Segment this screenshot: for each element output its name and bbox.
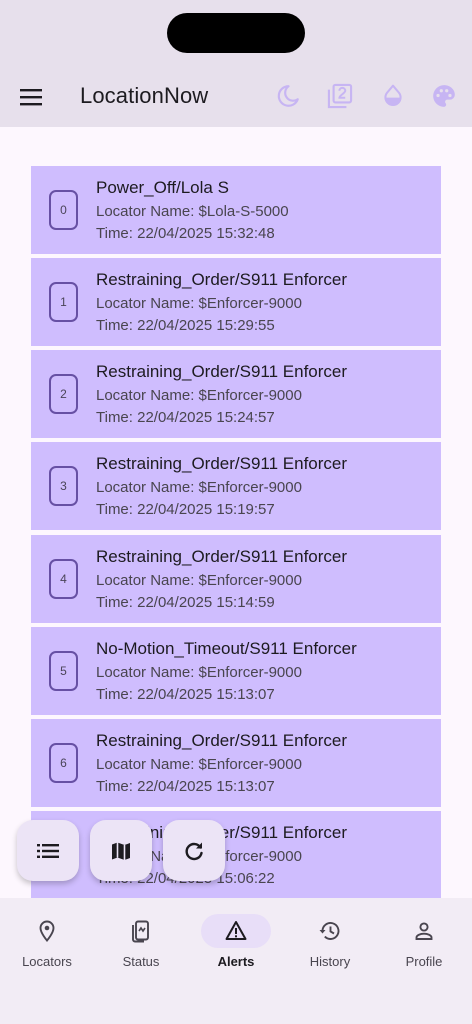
alert-title: No-Motion_Timeout/S911 Enforcer [96, 639, 357, 658]
alert-locator-name: Locator Name: $Enforcer-9000 [96, 664, 302, 681]
nav-item-status[interactable]: Status [94, 898, 188, 988]
refresh-icon [185, 842, 203, 860]
alert-time: Time: 22/04/2025 15:29:55 [96, 317, 275, 334]
theme-button[interactable] [430, 82, 458, 110]
water-drop-icon [384, 84, 402, 106]
alert-title: Restraining_Order/S911 Enforcer [96, 731, 348, 750]
alert-card[interactable]: 4 Restraining_Order/S911 Enforcer Locato… [31, 535, 441, 623]
app-bar: LocationNow [0, 64, 472, 127]
list-view-button[interactable] [17, 820, 79, 881]
nav-icon-container [389, 914, 459, 948]
list-icon [37, 843, 59, 858]
location-pin-icon [39, 920, 55, 942]
nav-item-locators[interactable]: Locators [0, 898, 94, 988]
alert-title: Power_Off/Lola S [96, 178, 229, 197]
alert-card[interactable]: 3 Restraining_Order/S911 Enforcer Locato… [31, 442, 441, 530]
alert-time: Time: 22/04/2025 15:19:57 [96, 501, 275, 518]
map-icon [112, 842, 130, 860]
person-icon [415, 922, 433, 940]
alert-time: Time: 22/04/2025 15:13:07 [96, 686, 275, 703]
alert-card[interactable]: 6 Restraining_Order/S911 Enforcer Locato… [31, 719, 441, 807]
alert-title: Restraining_Order/S911 Enforcer [96, 454, 348, 473]
alert-locator-name: Locator Name: $Lola-S-5000 [96, 203, 289, 220]
alert-card[interactable]: 1 Restraining_Order/S911 Enforcer Locato… [31, 258, 441, 346]
alert-index-badge: 1 [49, 282, 78, 322]
alert-time: Time: 22/04/2025 15:14:59 [96, 594, 275, 611]
alert-card[interactable]: 5 No-Motion_Timeout/S911 Enforcer Locato… [31, 627, 441, 715]
alert-time: Time: 22/04/2025 15:24:57 [96, 409, 275, 426]
menu-button[interactable] [14, 80, 48, 114]
alert-locator-name: Locator Name: $Enforcer-9000 [96, 479, 302, 496]
alert-locator-name: Locator Name: $Enforcer-9000 [96, 295, 302, 312]
hamburger-menu-icon [20, 89, 42, 106]
device-status-icon [132, 920, 149, 943]
alert-index-badge: 0 [49, 190, 78, 230]
filter-button[interactable] [326, 82, 354, 110]
history-icon [319, 922, 340, 940]
moon-icon [277, 85, 299, 107]
camera-cutout [167, 13, 305, 53]
alert-time: Time: 22/04/2025 15:32:48 [96, 225, 275, 242]
alert-locator-name: Locator Name: $Enforcer-9000 [96, 756, 302, 773]
alert-index-badge: 2 [49, 374, 78, 414]
nav-item-history[interactable]: History [283, 898, 377, 988]
map-view-button[interactable] [90, 820, 152, 881]
alert-index-badge: 3 [49, 466, 78, 506]
filter-2-icon [327, 83, 353, 109]
contrast-button[interactable] [379, 82, 407, 110]
nav-label: Status [122, 954, 160, 969]
alert-card[interactable]: 0 Power_Off/Lola S Locator Name: $Lola-S… [31, 166, 441, 254]
alert-index-badge: 4 [49, 559, 78, 599]
alert-title: Restraining_Order/S911 Enforcer [96, 270, 348, 289]
status-bar [0, 0, 472, 64]
alert-title: Restraining_Order/S911 Enforcer [96, 547, 348, 566]
nav-active-indicator [201, 914, 271, 948]
alert-index-badge: 5 [49, 651, 78, 691]
refresh-button[interactable] [163, 820, 225, 881]
nav-icon-container [12, 914, 82, 948]
app-title: LocationNow [80, 83, 209, 108]
alert-time: Time: 22/04/2025 15:13:07 [96, 778, 275, 795]
nav-label: History [309, 954, 351, 969]
alerts-list[interactable]: 0 Power_Off/Lola S Locator Name: $Lola-S… [0, 127, 472, 898]
warning-icon [225, 921, 247, 940]
alert-title: Restraining_Order/S911 Enforcer [96, 362, 348, 381]
dark-mode-button[interactable] [274, 82, 302, 110]
nav-item-alerts[interactable]: Alerts [189, 898, 283, 988]
alert-card[interactable]: 2 Restraining_Order/S911 Enforcer Locato… [31, 350, 441, 438]
alert-index-badge: 6 [49, 743, 78, 783]
nav-label: Alerts [217, 954, 255, 969]
nav-label: Locators [22, 954, 72, 969]
nav-label: Profile [405, 954, 443, 969]
nav-icon-container [295, 914, 365, 948]
palette-icon [433, 85, 455, 107]
alert-locator-name: Locator Name: $Enforcer-9000 [96, 572, 302, 589]
nav-icon-container [106, 914, 176, 948]
nav-item-profile[interactable]: Profile [377, 898, 471, 988]
bottom-navigation: Locators Status Alerts History Profile [0, 898, 472, 1024]
alert-locator-name: Locator Name: $Enforcer-9000 [96, 387, 302, 404]
